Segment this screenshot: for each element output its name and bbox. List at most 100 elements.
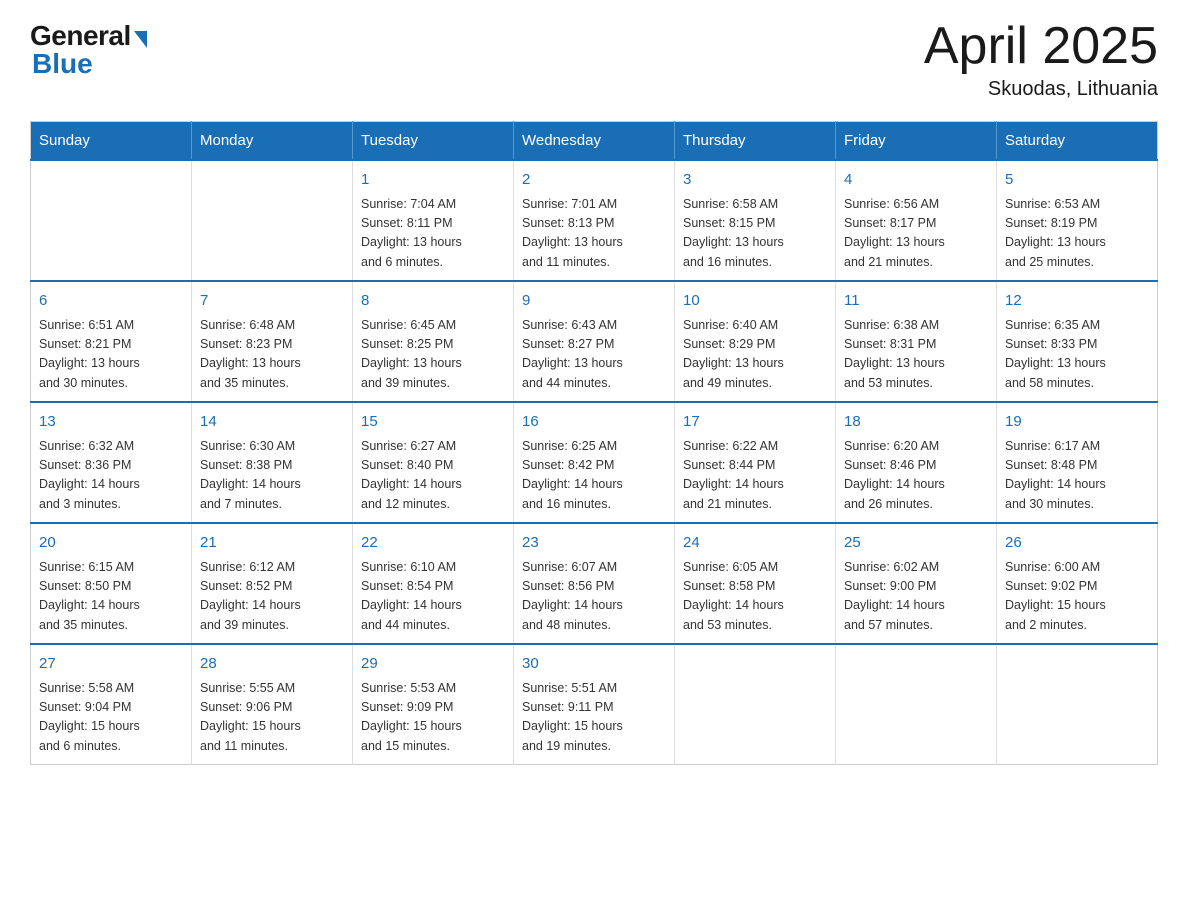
month-title: April 2025 xyxy=(924,20,1158,72)
day-info: Sunrise: 6:15 AM Sunset: 8:50 PM Dayligh… xyxy=(39,558,183,636)
calendar-cell: 2Sunrise: 7:01 AM Sunset: 8:13 PM Daylig… xyxy=(514,160,675,281)
day-info: Sunrise: 6:22 AM Sunset: 8:44 PM Dayligh… xyxy=(683,437,827,515)
logo: General Blue xyxy=(30,20,147,80)
calendar-cell: 25 Sunrise: 6:02 AM Sunset: 9:00 PM Dayli… xyxy=(836,523,997,644)
calendar-cell: 6 Sunrise: 6:51 AM Sunset: 8:21 PM Daylig… xyxy=(31,281,192,402)
calendar-week-row: 6 Sunrise: 6:51 AM Sunset: 8:21 PM Daylig… xyxy=(31,281,1158,402)
day-number: 22 xyxy=(361,532,505,555)
day-number: 16 xyxy=(522,411,666,434)
calendar-cell: 20 Sunrise: 6:15 AM Sunset: 8:50 PM Dayli… xyxy=(31,523,192,644)
day-number: 15 xyxy=(361,411,505,434)
calendar-table: Sunday Monday Tuesday Wednesday Thursday… xyxy=(30,121,1158,765)
calendar-cell: 27 Sunrise: 5:58 AM Sunset: 9:04 PM Dayli… xyxy=(31,644,192,765)
day-info: Sunrise: 6:27 AM Sunset: 8:40 PM Dayligh… xyxy=(361,437,505,515)
calendar-cell: 3Sunrise: 6:58 AM Sunset: 8:15 PM Daylig… xyxy=(675,160,836,281)
day-number: 17 xyxy=(683,411,827,434)
calendar-cell xyxy=(836,644,997,765)
day-number: 12 xyxy=(1005,290,1149,313)
day-number: 6 xyxy=(39,290,183,313)
calendar-cell: 23 Sunrise: 6:07 AM Sunset: 8:56 PM Dayli… xyxy=(514,523,675,644)
weekday-header-row: Sunday Monday Tuesday Wednesday Thursday… xyxy=(31,122,1158,161)
day-info: Sunrise: 6:30 AM Sunset: 8:38 PM Dayligh… xyxy=(200,437,344,515)
calendar-cell: 14Sunrise: 6:30 AM Sunset: 8:38 PM Dayli… xyxy=(192,402,353,523)
day-info: Sunrise: 5:51 AM Sunset: 9:11 PM Dayligh… xyxy=(522,679,666,757)
calendar-cell: 10 Sunrise: 6:40 AM Sunset: 8:29 PM Dayli… xyxy=(675,281,836,402)
day-info: Sunrise: 5:55 AM Sunset: 9:06 PM Dayligh… xyxy=(200,679,344,757)
calendar-cell xyxy=(675,644,836,765)
day-number: 5 xyxy=(1005,169,1149,192)
day-info: Sunrise: 6:00 AM Sunset: 9:02 PM Dayligh… xyxy=(1005,558,1149,636)
day-info: Sunrise: 7:04 AM Sunset: 8:11 PM Dayligh… xyxy=(361,195,505,273)
day-number: 23 xyxy=(522,532,666,555)
day-info: Sunrise: 6:43 AM Sunset: 8:27 PM Dayligh… xyxy=(522,316,666,394)
day-number: 10 xyxy=(683,290,827,313)
day-info: Sunrise: 7:01 AM Sunset: 8:13 PM Dayligh… xyxy=(522,195,666,273)
calendar-cell: 15 Sunrise: 6:27 AM Sunset: 8:40 PM Dayli… xyxy=(353,402,514,523)
day-number: 11 xyxy=(844,290,988,313)
day-number: 29 xyxy=(361,653,505,676)
day-info: Sunrise: 6:02 AM Sunset: 9:00 PM Dayligh… xyxy=(844,558,988,636)
title-section: April 2025 Skuodas, Lithuania xyxy=(924,20,1158,101)
calendar-cell: 13Sunrise: 6:32 AM Sunset: 8:36 PM Dayli… xyxy=(31,402,192,523)
day-info: Sunrise: 6:25 AM Sunset: 8:42 PM Dayligh… xyxy=(522,437,666,515)
calendar-cell: 29 Sunrise: 5:53 AM Sunset: 9:09 PM Dayli… xyxy=(353,644,514,765)
day-info: Sunrise: 6:05 AM Sunset: 8:58 PM Dayligh… xyxy=(683,558,827,636)
day-info: Sunrise: 6:53 AM Sunset: 8:19 PM Dayligh… xyxy=(1005,195,1149,273)
header-sunday: Sunday xyxy=(31,122,192,161)
logo-blue-text: Blue xyxy=(32,48,93,80)
day-number: 18 xyxy=(844,411,988,434)
calendar-week-row: 20 Sunrise: 6:15 AM Sunset: 8:50 PM Dayli… xyxy=(31,523,1158,644)
day-info: Sunrise: 6:40 AM Sunset: 8:29 PM Dayligh… xyxy=(683,316,827,394)
day-number: 26 xyxy=(1005,532,1149,555)
day-info: Sunrise: 6:35 AM Sunset: 8:33 PM Dayligh… xyxy=(1005,316,1149,394)
day-number: 7 xyxy=(200,290,344,313)
day-info: Sunrise: 6:12 AM Sunset: 8:52 PM Dayligh… xyxy=(200,558,344,636)
day-info: Sunrise: 5:58 AM Sunset: 9:04 PM Dayligh… xyxy=(39,679,183,757)
day-info: Sunrise: 6:20 AM Sunset: 8:46 PM Dayligh… xyxy=(844,437,988,515)
calendar-cell: 18 Sunrise: 6:20 AM Sunset: 8:46 PM Dayli… xyxy=(836,402,997,523)
calendar-cell: 5 Sunrise: 6:53 AM Sunset: 8:19 PM Daylig… xyxy=(997,160,1158,281)
calendar-cell xyxy=(31,160,192,281)
calendar-week-row: 13Sunrise: 6:32 AM Sunset: 8:36 PM Dayli… xyxy=(31,402,1158,523)
day-info: Sunrise: 6:45 AM Sunset: 8:25 PM Dayligh… xyxy=(361,316,505,394)
day-number: 3 xyxy=(683,169,827,192)
day-number: 1 xyxy=(361,169,505,192)
header-friday: Friday xyxy=(836,122,997,161)
header-saturday: Saturday xyxy=(997,122,1158,161)
page-header: General Blue April 2025 Skuodas, Lithuan… xyxy=(30,20,1158,101)
calendar-cell: 26 Sunrise: 6:00 AM Sunset: 9:02 PM Dayli… xyxy=(997,523,1158,644)
calendar-cell: 8Sunrise: 6:45 AM Sunset: 8:25 PM Daylig… xyxy=(353,281,514,402)
calendar-cell: 22 Sunrise: 6:10 AM Sunset: 8:54 PM Dayli… xyxy=(353,523,514,644)
day-info: Sunrise: 6:38 AM Sunset: 8:31 PM Dayligh… xyxy=(844,316,988,394)
day-info: Sunrise: 6:17 AM Sunset: 8:48 PM Dayligh… xyxy=(1005,437,1149,515)
calendar-cell: 17 Sunrise: 6:22 AM Sunset: 8:44 PM Dayli… xyxy=(675,402,836,523)
day-number: 28 xyxy=(200,653,344,676)
day-info: Sunrise: 6:48 AM Sunset: 8:23 PM Dayligh… xyxy=(200,316,344,394)
calendar-cell xyxy=(192,160,353,281)
day-number: 25 xyxy=(844,532,988,555)
calendar-cell: 4Sunrise: 6:56 AM Sunset: 8:17 PM Daylig… xyxy=(836,160,997,281)
calendar-cell: 19 Sunrise: 6:17 AM Sunset: 8:48 PM Dayli… xyxy=(997,402,1158,523)
day-number: 21 xyxy=(200,532,344,555)
day-info: Sunrise: 6:10 AM Sunset: 8:54 PM Dayligh… xyxy=(361,558,505,636)
calendar-cell: 30 Sunrise: 5:51 AM Sunset: 9:11 PM Dayli… xyxy=(514,644,675,765)
day-number: 20 xyxy=(39,532,183,555)
location-text: Skuodas, Lithuania xyxy=(924,78,1158,101)
header-wednesday: Wednesday xyxy=(514,122,675,161)
calendar-cell: 1 Sunrise: 7:04 AM Sunset: 8:11 PM Daylig… xyxy=(353,160,514,281)
day-info: Sunrise: 5:53 AM Sunset: 9:09 PM Dayligh… xyxy=(361,679,505,757)
day-info: Sunrise: 6:32 AM Sunset: 8:36 PM Dayligh… xyxy=(39,437,183,515)
calendar-cell: 9Sunrise: 6:43 AM Sunset: 8:27 PM Daylig… xyxy=(514,281,675,402)
day-number: 19 xyxy=(1005,411,1149,434)
calendar-cell: 21 Sunrise: 6:12 AM Sunset: 8:52 PM Dayli… xyxy=(192,523,353,644)
day-number: 27 xyxy=(39,653,183,676)
day-number: 30 xyxy=(522,653,666,676)
calendar-cell: 24Sunrise: 6:05 AM Sunset: 8:58 PM Dayli… xyxy=(675,523,836,644)
day-info: Sunrise: 6:51 AM Sunset: 8:21 PM Dayligh… xyxy=(39,316,183,394)
day-number: 4 xyxy=(844,169,988,192)
calendar-cell: 11 Sunrise: 6:38 AM Sunset: 8:31 PM Dayli… xyxy=(836,281,997,402)
header-thursday: Thursday xyxy=(675,122,836,161)
day-info: Sunrise: 6:07 AM Sunset: 8:56 PM Dayligh… xyxy=(522,558,666,636)
calendar-week-row: 1 Sunrise: 7:04 AM Sunset: 8:11 PM Daylig… xyxy=(31,160,1158,281)
calendar-cell: 16 Sunrise: 6:25 AM Sunset: 8:42 PM Dayli… xyxy=(514,402,675,523)
